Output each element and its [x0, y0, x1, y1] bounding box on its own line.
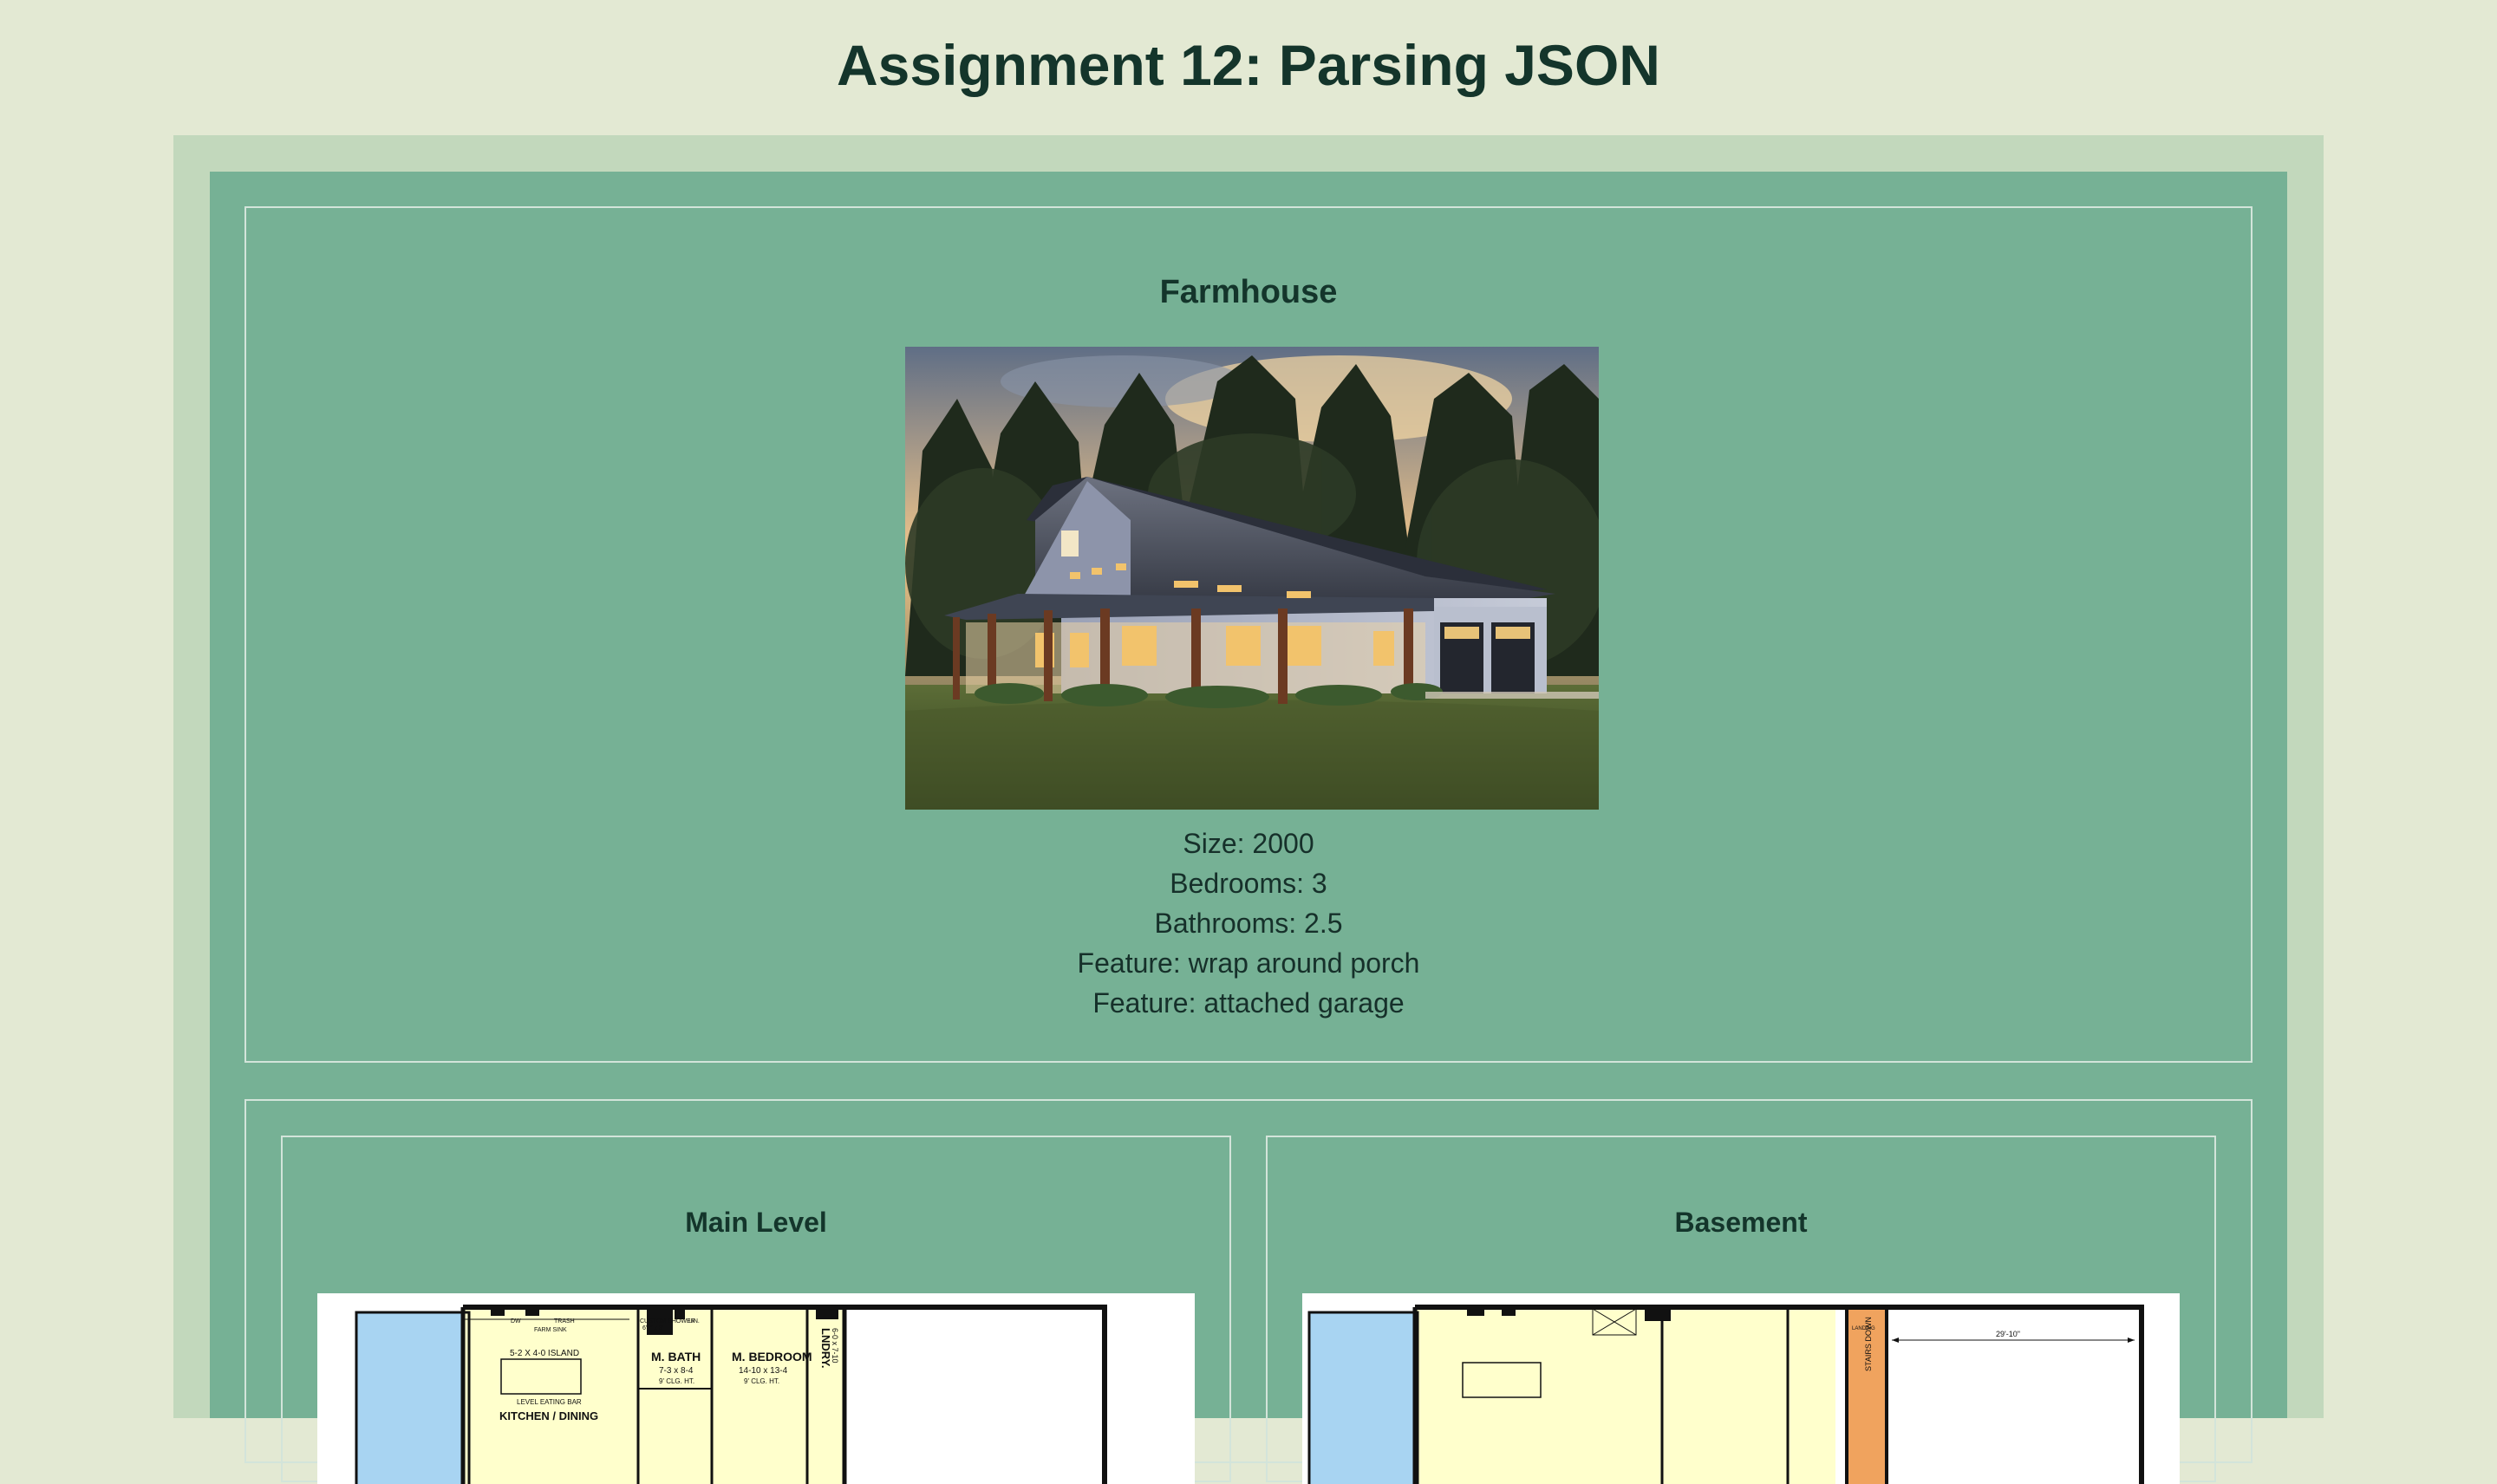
plan-label: LNDRY. — [819, 1328, 832, 1368]
plan-label: LEVEL EATING BAR — [517, 1398, 582, 1406]
plan-label: 7-3 x 8-4 — [659, 1366, 694, 1376]
house-card: Farmhouse Size: 2000 Bedrooms: 3 Bathroo… — [244, 206, 2253, 1063]
plan-label: M. BATH — [651, 1350, 701, 1364]
house-details: Size: 2000 Bedrooms: 3 Bathrooms: 2.5 Fe… — [246, 823, 2251, 1023]
plan-label: M. BEDROOM — [732, 1350, 812, 1364]
page-title: Assignment 12: Parsing JSON — [837, 33, 1660, 97]
house-size: Size: 2000 — [1183, 828, 1314, 859]
plan-label: 6-0 x 7-10 — [831, 1328, 839, 1364]
house-feature: Feature: attached garage — [1092, 987, 1405, 1019]
plan-label: TRASH — [554, 1318, 575, 1325]
house-feature: Feature: wrap around porch — [1077, 947, 1420, 979]
plan-label: 29'-10" — [1996, 1330, 2020, 1338]
floor-plan-main-level: Main Level 5-2 X 4-0 ISLAND LEVEL EATING… — [281, 1136, 1231, 1484]
plan-label: 14-10 x 13-4 — [739, 1366, 788, 1376]
inner-panel: Farmhouse Size: 2000 Bedrooms: 3 Bathroo… — [210, 172, 2287, 1484]
plan-label: FARM SINK — [534, 1327, 567, 1333]
plan-label: CUSTOM SHOWER — [640, 1318, 695, 1325]
plan-label: DW — [511, 1318, 521, 1325]
plan-label: LIN. — [688, 1318, 700, 1325]
plan-label: 6'0" x 3' — [642, 1325, 663, 1331]
plan-label: 9' CLG. HT. — [659, 1377, 694, 1385]
plan-label: STAIRS DOWN — [1864, 1317, 1873, 1371]
plan-label: 9' CLG. HT. — [744, 1377, 779, 1385]
outer-panel: Farmhouse Size: 2000 Bedrooms: 3 Bathroo… — [173, 135, 2324, 1484]
floor-plans-card: Main Level 5-2 X 4-0 ISLAND LEVEL EATING… — [244, 1099, 2253, 1484]
floor-plan-title: Main Level — [685, 1207, 827, 1238]
house-name: Farmhouse — [1159, 274, 1338, 310]
plan-label: KITCHEN / DINING — [499, 1409, 598, 1422]
farmhouse-photo — [905, 347, 1599, 810]
plan-label: 5-2 X 4-0 ISLAND — [510, 1349, 579, 1358]
floor-plan-basement: Basement 29'-10" LANDING STAIRS DOWN — [1266, 1136, 2216, 1484]
main-level-floor-plan: 5-2 X 4-0 ISLAND LEVEL EATING BAR KITCHE… — [317, 1293, 1195, 1484]
basement-floor-plan: 29'-10" LANDING STAIRS DOWN — [1302, 1293, 2180, 1484]
house-bedrooms: Bedrooms: 3 — [1170, 868, 1327, 899]
house-bathrooms: Bathrooms: 2.5 — [1154, 908, 1343, 939]
floor-plan-title: Basement — [1674, 1207, 1808, 1238]
